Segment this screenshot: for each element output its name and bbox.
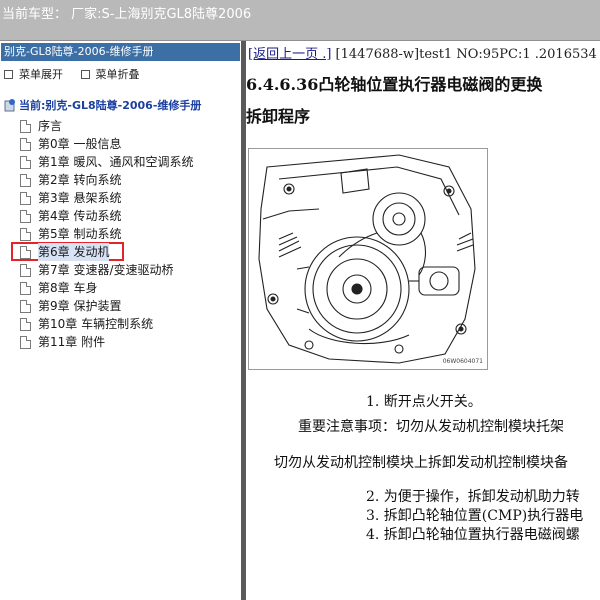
window-title: 当前车型： 厂家:S-上海别克GL8陆尊2006 <box>2 7 252 22</box>
tree-item-label: 第10章 车辆控制系统 <box>38 317 154 331</box>
tree-item-chapter-7[interactable]: 第7章 变速器/变速驱动桥 <box>0 261 240 279</box>
tree-item-label: 第7章 变速器/变速驱动桥 <box>38 263 174 277</box>
document-info: [1447688-w]test1 NO:95PC:1 .2016534 <box>331 47 597 62</box>
expand-menu-label: 菜单展开 <box>19 68 63 81</box>
tree-item-label: 第3章 悬架系统 <box>38 191 122 205</box>
tree-item-chapter-3[interactable]: 第3章 悬架系统 <box>0 189 240 207</box>
tree-item-label: 第5章 制动系统 <box>38 227 122 241</box>
document-icon <box>20 228 31 241</box>
tree-item-label: 第11章 附件 <box>38 335 106 349</box>
collapse-icon <box>80 69 90 79</box>
caution-text: 切勿从发动机控制模块上拆卸发动机控制模块备 <box>274 455 568 471</box>
document-icon <box>20 336 31 349</box>
document-icon <box>20 174 31 187</box>
tree-item-label: 第9章 保护装置 <box>38 299 122 313</box>
important-notice: 重要注意事项：切勿从发动机控制模块托架 <box>298 419 564 435</box>
step-2: 2. 为便于操作，拆卸发动机助力转 <box>366 489 580 505</box>
tree-item-chapter-10[interactable]: 第10章 车辆控制系统 <box>0 315 240 333</box>
step-1: 1. 断开点火开关。 <box>366 394 482 410</box>
document-icon <box>20 156 31 169</box>
title-bar: 当前车型： 厂家:S-上海别克GL8陆尊2006 <box>0 0 600 41</box>
expand-icon <box>4 69 13 79</box>
manual-root-icon <box>4 99 15 112</box>
document-icon <box>20 300 31 313</box>
collapse-menu-button[interactable]: 菜单折叠 <box>80 66 140 82</box>
tree-item-label: 第4章 传动系统 <box>38 209 122 223</box>
tree-item-chapter-4[interactable]: 第4章 传动系统 <box>0 207 240 225</box>
document-icon <box>20 318 31 331</box>
tree-item-label: 序言 <box>38 119 63 133</box>
manual-title-header: 别克-GL8陆尊-2006-维修手册 <box>1 43 240 61</box>
tree-item-chapter-0[interactable]: 第0章 一般信息 <box>0 135 240 153</box>
tree-item-chapter-6[interactable]: 第6章 发动机 <box>0 242 240 261</box>
tree-item-chapter-5[interactable]: 第5章 制动系统 <box>0 225 240 243</box>
tree-item-chapter-1[interactable]: 第1章 暖风、通风和空调系统 <box>0 153 240 171</box>
tree-item-label: 第0章 一般信息 <box>38 137 122 151</box>
document-icon <box>20 264 31 277</box>
page-navigation: [返回上一页 .] [1447688-w]test1 NO:95PC:1 .20… <box>248 43 597 62</box>
menu-toggles: 菜单展开 菜单折叠 <box>4 66 154 82</box>
document-icon <box>20 246 31 259</box>
document-icon <box>20 192 31 205</box>
figure-id: 06W0604071 <box>442 358 483 365</box>
tree-item-label: 第2章 转向系统 <box>38 173 122 187</box>
section-title: 拆卸程序 <box>246 107 311 126</box>
document-icon <box>20 210 31 223</box>
tree-item-chapter-2[interactable]: 第2章 转向系统 <box>0 171 240 189</box>
expand-menu-button[interactable]: 菜单展开 <box>4 66 63 82</box>
document-icon <box>20 120 31 133</box>
tree-root[interactable]: 当前:别克-GL8陆尊-2006-维修手册 <box>4 97 201 115</box>
step-3: 3. 拆卸凸轮轴位置(CMP)执行器电 <box>366 508 584 524</box>
manual-content: [返回上一页 .] [1447688-w]test1 NO:95PC:1 .20… <box>246 41 600 600</box>
tree-item-label: 第6章 发动机 <box>38 243 110 261</box>
tree-item-preface[interactable]: 序言 <box>0 117 240 135</box>
document-icon <box>20 282 31 295</box>
engine-diagram <box>258 154 476 364</box>
engine-illustration: 06W0604071 <box>248 148 488 370</box>
page-title: 6.4.6.36凸轮轴位置执行器电磁阀的更换 <box>246 75 543 94</box>
step-4: 4. 拆卸凸轮轴位置执行器电磁阀螺 <box>366 527 580 543</box>
tree-item-label: 第1章 暖风、通风和空调系统 <box>38 155 194 169</box>
back-link[interactable]: [返回上一页 .] <box>248 47 331 62</box>
collapse-menu-label: 菜单折叠 <box>95 68 140 81</box>
navigation-panel: 别克-GL8陆尊-2006-维修手册 菜单展开 菜单折叠 当前:别克-GL8陆尊… <box>0 41 241 600</box>
document-icon <box>20 138 31 151</box>
tree-item-chapter-11[interactable]: 第11章 附件 <box>0 333 240 351</box>
tree-item-label: 第8章 车身 <box>38 281 98 295</box>
chapter-tree: 序言 第0章 一般信息 第1章 暖风、通风和空调系统 第2章 转向系统 第3章 … <box>0 117 240 351</box>
tree-root-label: 当前:别克-GL8陆尊-2006-维修手册 <box>19 99 202 112</box>
tree-item-chapter-9[interactable]: 第9章 保护装置 <box>0 297 240 315</box>
tree-item-chapter-8[interactable]: 第8章 车身 <box>0 279 240 297</box>
